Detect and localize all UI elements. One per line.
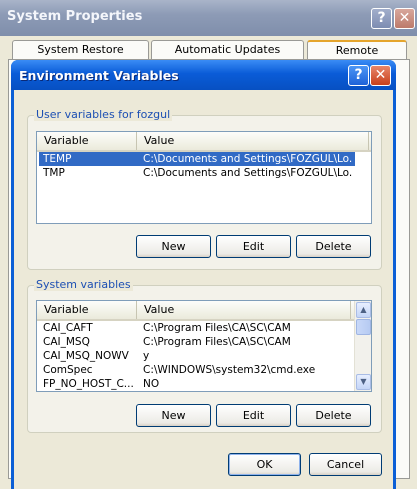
variable-name: CAI_MSQ_NOWV (43, 350, 129, 362)
variable-name: CAI_CAFT (43, 322, 93, 334)
variable-value: C:\Documents and Settings\FOZGUL\Lo... (143, 153, 353, 165)
user-variable-row[interactable]: TMP C:\Documents and Settings\FOZGUL\Lo.… (39, 166, 355, 180)
dialog-titlebar[interactable]: Environment Variables ? ✕ (11, 60, 396, 90)
column-header-variable[interactable]: Variable (37, 132, 137, 150)
column-header-value[interactable]: Value (137, 132, 369, 150)
user-variable-row[interactable]: TEMP C:\Documents and Settings\FOZGUL\Lo… (39, 152, 355, 166)
system-new-button[interactable]: New (136, 404, 211, 427)
dialog-title: Environment Variables (19, 68, 179, 83)
column-header-value[interactable]: Value (137, 301, 351, 319)
close-icon[interactable]: ✕ (394, 8, 415, 29)
variable-name: ComSpec (43, 364, 93, 376)
user-list-header: Variable Value (37, 132, 371, 152)
variable-name: CAI_MSQ (43, 336, 90, 348)
user-delete-button[interactable]: Delete (296, 235, 371, 258)
cancel-button[interactable]: Cancel (309, 453, 382, 476)
scroll-thumb[interactable] (356, 319, 371, 335)
system-list-header: Variable Value (37, 301, 371, 321)
tab-remote[interactable]: Remote (307, 40, 407, 60)
scroll-down-icon[interactable]: ▼ (356, 374, 371, 390)
variable-name: FP_NO_HOST_C... (43, 378, 134, 390)
user-new-button[interactable]: New (136, 235, 211, 258)
system-properties-title: System Properties (7, 9, 143, 24)
variable-value: C:\WINDOWS\system32\cmd.exe (143, 364, 316, 376)
variable-value: C:\Documents and Settings\FOZGUL\Lo... (143, 167, 353, 179)
system-variable-row[interactable]: ComSpec C:\WINDOWS\system32\cmd.exe (39, 363, 355, 377)
user-variables-list[interactable]: Variable Value TEMP C:\Documents and Set… (36, 131, 372, 224)
ok-button[interactable]: OK (228, 453, 301, 476)
variable-name: TEMP (43, 153, 72, 165)
variable-value: C:\Program Files\CA\SC\CAM (143, 336, 291, 348)
system-edit-button[interactable]: Edit (216, 404, 291, 427)
help-icon[interactable]: ? (371, 8, 392, 29)
system-properties-titlebar: System Properties ? ✕ (0, 0, 417, 36)
dialog-close-icon[interactable]: ✕ (370, 65, 391, 86)
system-delete-button[interactable]: Delete (296, 404, 371, 427)
system-list-scrollbar[interactable]: ▲ ▼ (354, 301, 371, 391)
dialog-help-icon[interactable]: ? (348, 65, 369, 86)
system-variable-row[interactable]: CAI_CAFT C:\Program Files\CA\SC\CAM (39, 321, 355, 335)
scroll-up-icon[interactable]: ▲ (356, 302, 371, 318)
tab-system-restore[interactable]: System Restore (12, 40, 149, 60)
system-variable-row[interactable]: CAI_MSQ_NOWV y (39, 349, 355, 363)
variable-value: NO (143, 378, 160, 390)
tab-automatic-updates[interactable]: Automatic Updates (151, 40, 304, 60)
variable-name: TMP (43, 167, 65, 179)
column-header-variable[interactable]: Variable (37, 301, 137, 319)
user-variables-legend: User variables for fozgul (34, 108, 173, 121)
variable-value: y (143, 350, 150, 362)
system-variables-legend: System variables (34, 278, 133, 291)
system-variables-list[interactable]: Variable Value CAI_CAFT C:\Program Files… (36, 300, 372, 392)
variable-value: C:\Program Files\CA\SC\CAM (143, 322, 291, 334)
system-variable-row[interactable]: FP_NO_HOST_C... NO (39, 377, 355, 391)
user-edit-button[interactable]: Edit (216, 235, 291, 258)
system-variable-row[interactable]: CAI_MSQ C:\Program Files\CA\SC\CAM (39, 335, 355, 349)
